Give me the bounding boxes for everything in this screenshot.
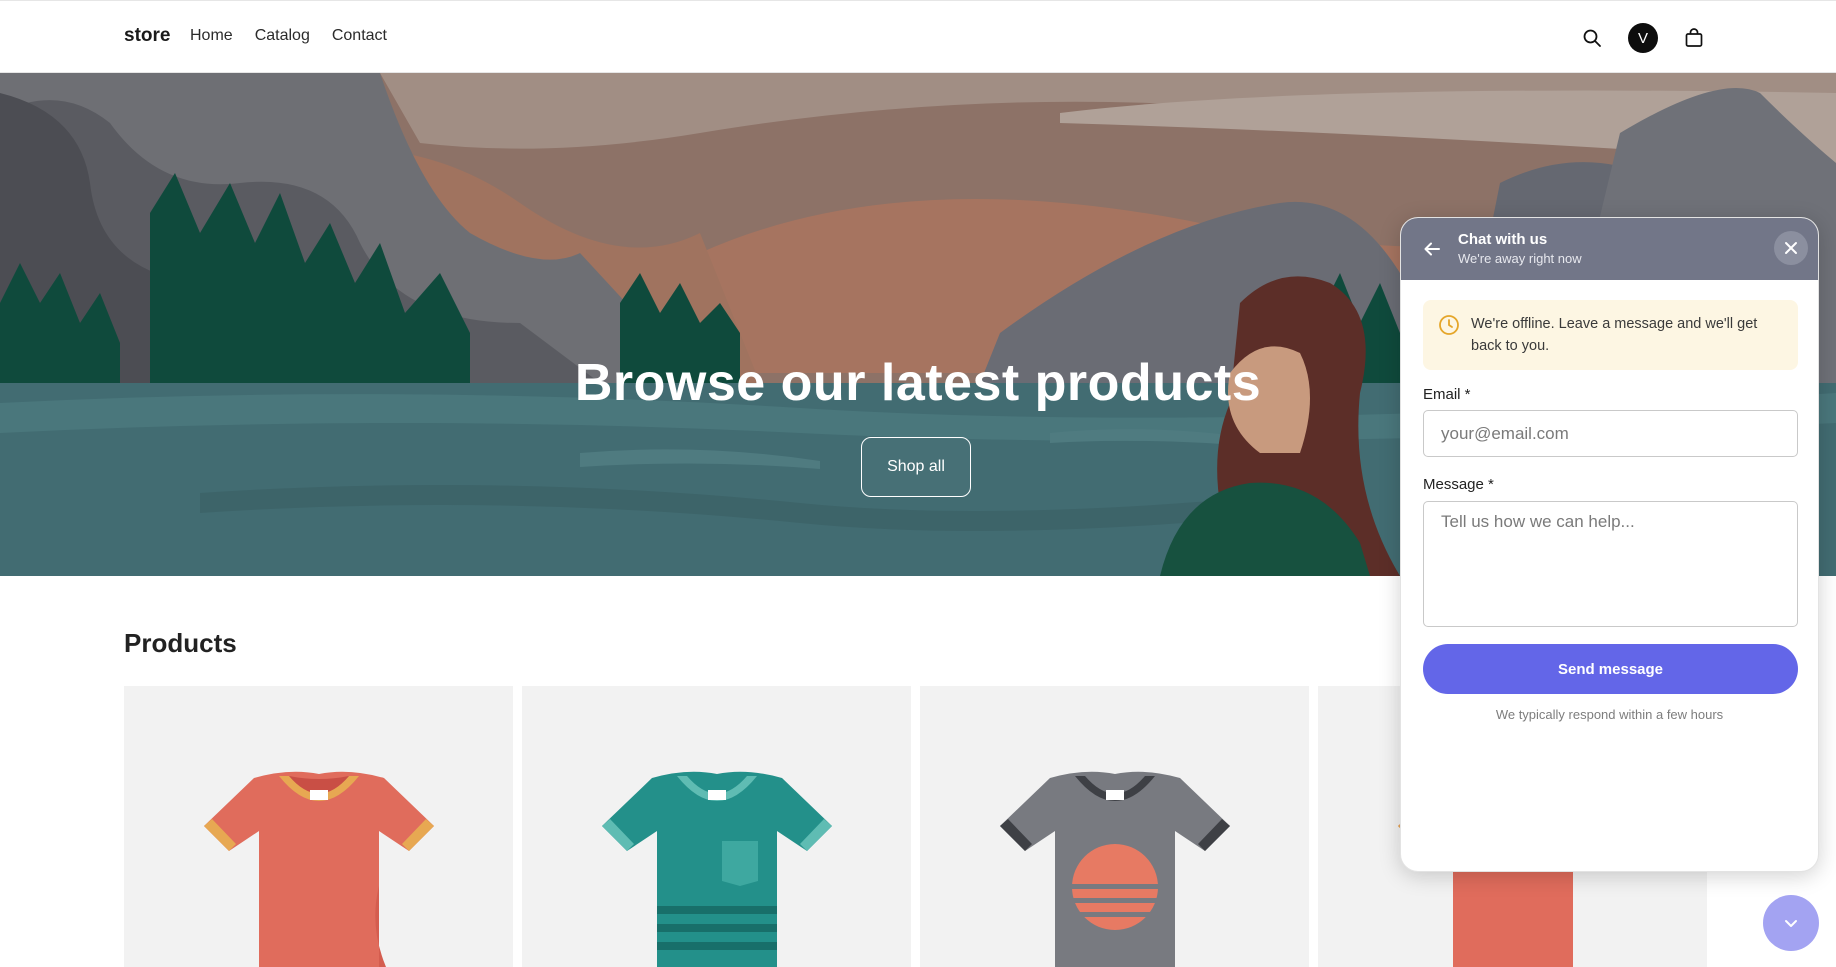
brand-logo[interactable]: store <box>124 25 170 47</box>
tshirt-icon <box>1000 771 1230 967</box>
header-icons: V <box>1578 23 1708 53</box>
products-heading: Products <box>124 628 237 658</box>
chevron-down-icon <box>1785 920 1797 927</box>
main-nav: Home Catalog Contact <box>190 27 387 45</box>
email-label: Email * <box>1423 386 1471 403</box>
chat-title: Chat with us <box>1458 231 1548 248</box>
product-card[interactable] <box>124 686 513 967</box>
chat-header: Chat with us We're away right now <box>1401 218 1818 280</box>
clock-icon <box>1438 314 1460 341</box>
account-avatar[interactable]: V <box>1628 23 1658 53</box>
offline-notice-text: We're offline. Leave a message and we'll… <box>1471 316 1758 354</box>
shop-all-button[interactable]: Shop all <box>861 437 971 497</box>
product-card[interactable] <box>920 686 1309 967</box>
message-label: Message * <box>1423 476 1494 493</box>
chat-status: We're away right now <box>1458 251 1582 266</box>
search-icon[interactable] <box>1578 24 1606 52</box>
nav-home[interactable]: Home <box>190 27 233 45</box>
tshirt-icon <box>204 771 434 967</box>
nav-contact[interactable]: Contact <box>332 27 387 45</box>
product-card[interactable] <box>522 686 911 967</box>
chat-toggle-button[interactable] <box>1763 895 1819 951</box>
nav-catalog[interactable]: Catalog <box>255 27 310 45</box>
offline-notice: We're offline. Leave a message and we'll… <box>1423 300 1798 370</box>
cart-icon[interactable] <box>1680 24 1708 52</box>
response-time-note: We typically respond within a few hours <box>1495 707 1724 722</box>
message-field[interactable] <box>1423 501 1798 627</box>
chat-widget: Chat with us We're away right now We're … <box>1400 217 1819 872</box>
tshirt-icon <box>602 771 832 967</box>
email-field[interactable] <box>1423 410 1798 457</box>
site-header: store Home Catalog Contact V <box>0 0 1836 73</box>
close-icon[interactable] <box>1774 231 1808 265</box>
back-arrow-icon[interactable] <box>1419 236 1445 262</box>
send-message-button[interactable]: Send message <box>1423 644 1798 694</box>
